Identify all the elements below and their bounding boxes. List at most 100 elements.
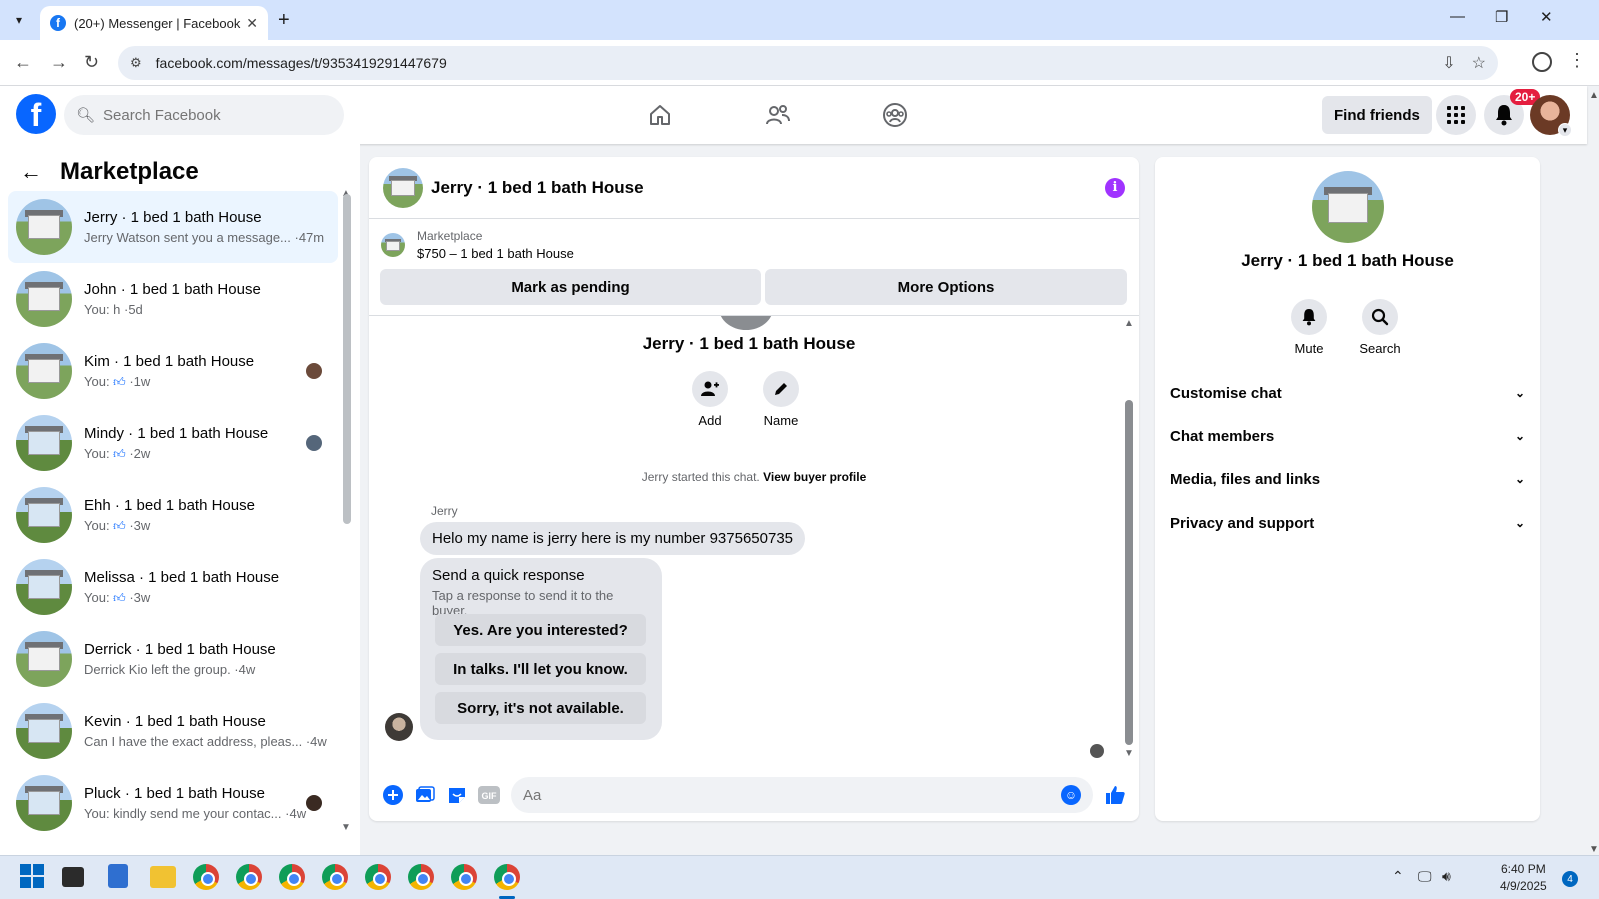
groups-icon[interactable] [880, 100, 910, 130]
task-view-icon[interactable] [62, 867, 84, 887]
gif-icon[interactable]: GIF [478, 784, 500, 806]
add-people-button[interactable]: Add [680, 371, 740, 428]
chrome-icon[interactable] [279, 864, 305, 890]
chrome-icon[interactable] [193, 864, 219, 890]
conversation-avatar[interactable] [383, 167, 423, 208]
browser-menu-icon[interactable]: ⋮ [1568, 50, 1586, 71]
find-friends-button[interactable]: Find friends [1322, 96, 1432, 134]
chat-members-section[interactable]: Chat members ⌄ [1170, 418, 1525, 454]
details-name: Jerry · 1 bed 1 bath House [1241, 251, 1454, 270]
quick-reply-interested[interactable]: Yes. Are you interested? [435, 614, 646, 646]
quick-reply-in-talks[interactable]: In talks. I'll let you know. [435, 653, 646, 685]
minimize-icon[interactable]: — [1450, 8, 1465, 25]
mark-as-pending-button[interactable]: Mark as pending [380, 269, 761, 305]
back-icon[interactable]: ← [14, 52, 32, 73]
close-window-icon[interactable]: ✕ [1540, 8, 1553, 26]
search-in-chat-button[interactable]: Search [1350, 299, 1410, 356]
forward-icon[interactable]: → [50, 52, 68, 73]
chrome-icon[interactable] [365, 864, 391, 890]
home-icon[interactable] [645, 100, 675, 130]
address-bar-row: ← → ↻ ⚙ facebook.com/messages/t/93534192… [0, 40, 1599, 86]
chrome-icon[interactable] [322, 864, 348, 890]
emoji-icon[interactable]: ☺ [1061, 785, 1081, 805]
chat-item-melissa[interactable]: Melissa · 1 bed 1 bath House You: 👍︎ ·3w [8, 551, 338, 623]
chrome-icon-active[interactable] [494, 864, 520, 890]
page-scroll-down-icon[interactable]: ▼ [1589, 844, 1599, 855]
message-input[interactable] [523, 786, 1061, 804]
bell-icon [1291, 299, 1327, 335]
chat-item-jerry[interactable]: Jerry · 1 bed 1 bath House Jerry Watson … [8, 191, 338, 263]
quick-reply-not-available[interactable]: Sorry, it's not available. [435, 692, 646, 724]
account-avatar[interactable]: ▾ [1530, 95, 1572, 137]
listing-summary[interactable]: Marketplace $750 – 1 bed 1 bath House [381, 229, 574, 261]
volume-icon[interactable]: 🔊︎ [1442, 868, 1451, 885]
reload-icon[interactable]: ↻ [84, 52, 99, 73]
browser-tab[interactable]: f (20+) Messenger | Facebook ✕ [40, 6, 268, 40]
chat-item-ehh[interactable]: Ehh · 1 bed 1 bath House You: 👍︎ ·3w [8, 479, 338, 551]
chat-name: Derrick · 1 bed 1 bath House [84, 641, 276, 658]
chat-item-mindy[interactable]: Mindy · 1 bed 1 bath House You: 👍︎ ·2w [8, 407, 338, 479]
menu-grid-icon[interactable] [1436, 95, 1476, 135]
notepad-icon[interactable] [108, 864, 128, 888]
maximize-icon[interactable]: ❐ [1495, 8, 1508, 26]
facebook-logo-icon[interactable]: f [16, 94, 56, 134]
chrome-icon[interactable] [236, 864, 262, 890]
bookmark-star-icon[interactable]: ☆ [1472, 53, 1486, 73]
close-tab-icon[interactable]: ✕ [246, 15, 258, 32]
chat-item-john[interactable]: John · 1 bed 1 bath House You: h ·5d [8, 263, 338, 335]
name-chat-button[interactable]: Name [751, 371, 811, 428]
chat-item-kim[interactable]: Kim · 1 bed 1 bath House You: 👍︎ ·1w [8, 335, 338, 407]
browser-profile-icon[interactable] [1532, 52, 1552, 72]
chat-name: Melissa · 1 bed 1 bath House [84, 568, 280, 586]
mute-button[interactable]: Mute [1279, 299, 1339, 356]
facebook-search[interactable]: 🔍︎ [64, 95, 344, 135]
clock[interactable]: 6:40 PM 4/9/2025 [1500, 861, 1547, 895]
chrome-icon[interactable] [408, 864, 434, 890]
more-options-button[interactable]: More Options [765, 269, 1127, 305]
new-tab-button[interactable]: + [278, 9, 290, 32]
chat-item-kevin[interactable]: Kevin · 1 bed 1 bath House Can I have th… [8, 695, 338, 767]
chat-name: Pluck · 1 bed 1 bath House [84, 785, 265, 802]
listing-price: $750 – 1 bed 1 bath House [417, 246, 574, 261]
details-avatar[interactable] [1312, 171, 1384, 243]
url-text[interactable]: facebook.com/messages/t/9353419291447679 [156, 55, 1427, 71]
plus-circle-icon[interactable] [382, 784, 404, 806]
chrome-icon[interactable] [451, 864, 477, 890]
message-bubble[interactable]: Helo my name is jerry here is my number … [420, 522, 806, 555]
tab-search-dropdown-icon[interactable]: ▾ [6, 7, 32, 33]
notification-count-badge[interactable]: 4 [1562, 871, 1578, 887]
chat-preview: You: 👍︎ ·3w [84, 589, 151, 605]
media-files-links-section[interactable]: Media, files and links ⌄ [1170, 461, 1525, 497]
chat-preview: Derrick Kio left the group. ·4w [84, 662, 256, 677]
customise-chat-section[interactable]: Customise chat ⌄ [1170, 375, 1525, 411]
scroll-down-arrow-icon[interactable]: ▼ [1124, 748, 1134, 759]
conversation-title[interactable]: Jerry · 1 bed 1 bath House [431, 178, 1105, 198]
scroll-up-arrow-icon[interactable]: ▲ [1124, 318, 1134, 329]
sidebar-scrollbar[interactable] [343, 194, 351, 524]
install-app-icon[interactable]: ⇩ [1442, 53, 1455, 73]
windows-start-icon[interactable] [20, 864, 44, 888]
back-arrow-icon[interactable]: ← [20, 159, 42, 185]
message-input-box[interactable]: ☺ [511, 777, 1093, 813]
listing-thumbnail [16, 631, 72, 687]
site-settings-icon[interactable]: ⚙ [130, 55, 142, 71]
listing-thumbnail [16, 415, 72, 471]
thumbs-up-icon[interactable] [1104, 784, 1126, 806]
scroll-down-arrow-icon[interactable]: ▼ [341, 822, 351, 833]
search-input[interactable] [103, 106, 324, 124]
info-icon[interactable]: i [1105, 177, 1125, 198]
chat-item-pluck[interactable]: Pluck · 1 bed 1 bath House You: kindly s… [8, 767, 338, 839]
privacy-support-section[interactable]: Privacy and support ⌄ [1170, 505, 1525, 541]
photo-icon[interactable] [414, 784, 436, 806]
sender-avatar[interactable] [385, 713, 413, 741]
chat-item-derrick[interactable]: Derrick · 1 bed 1 bath House Derrick Kio… [8, 623, 338, 695]
network-icon[interactable]: 🖵︎ [1418, 868, 1432, 885]
thread-scrollbar[interactable] [1125, 400, 1133, 745]
file-explorer-icon[interactable] [150, 866, 176, 888]
sticker-icon[interactable] [446, 784, 468, 806]
omnibox[interactable]: ⚙ facebook.com/messages/t/93534192914476… [118, 46, 1498, 80]
view-buyer-profile-link[interactable]: View buyer profile [763, 470, 866, 484]
page-scroll-up-icon[interactable]: ▲ [1589, 90, 1599, 101]
tray-chevron-up-icon[interactable]: ⌃ [1392, 868, 1404, 885]
friends-icon[interactable] [763, 100, 793, 130]
